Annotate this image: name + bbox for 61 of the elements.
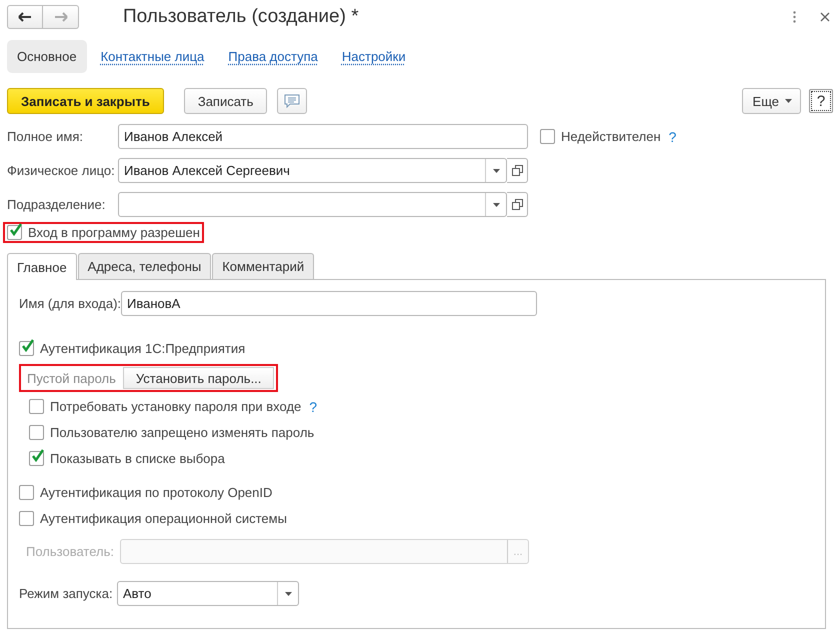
speech-bubble-icon — [284, 94, 300, 108]
dropdown-caret-icon — [492, 168, 500, 172]
section-tab[interactable]: Основное — [7, 40, 87, 72]
open-form-icon — [512, 165, 522, 176]
checkbox[interactable] — [29, 425, 44, 440]
comment-button[interactable] — [277, 88, 308, 114]
save-and-close-button[interactable]: Записать и закрыть — [7, 88, 164, 114]
back-arrow-icon — [18, 12, 32, 22]
choice-field[interactable] — [118, 192, 507, 217]
checkbox[interactable] — [29, 451, 44, 466]
choice-field[interactable]: Авто — [117, 581, 299, 606]
open-button[interactable] — [507, 158, 528, 183]
save-button[interactable]: Записать — [184, 88, 268, 114]
section-tab[interactable]: Права доступа — [218, 40, 328, 72]
checkbox[interactable] — [7, 225, 22, 240]
more-menu-icon[interactable] — [793, 11, 796, 23]
close-icon[interactable] — [820, 12, 830, 22]
text-field[interactable]: Иванов Алексей — [118, 124, 528, 149]
help-link[interactable]: ? — [668, 128, 676, 144]
checkbox-label: Вход в программу разрешен — [28, 225, 200, 240]
help-button[interactable]: ? — [809, 89, 833, 113]
checkbox[interactable] — [19, 341, 34, 356]
field-label: Физическое лицо: — [7, 163, 116, 178]
dropdown-caret-icon — [284, 592, 292, 596]
window-title: Пользователь (создание) * — [123, 6, 360, 28]
section-tab[interactable]: Настройки — [332, 40, 416, 72]
text-field[interactable]: ИвановА — [121, 291, 537, 316]
dropdown-caret-icon — [492, 202, 500, 206]
checkbox-label: Аутентификация операционной системы — [40, 511, 287, 526]
open-form-icon — [512, 199, 522, 210]
open-button[interactable] — [507, 192, 528, 217]
checkbox[interactable] — [19, 485, 34, 500]
choice-field[interactable]: Иванов Алексей Сергеевич — [118, 158, 507, 183]
dropdown-caret-icon — [785, 99, 792, 103]
field-label: Имя (для входа): — [19, 296, 121, 311]
back-button[interactable] — [7, 5, 43, 29]
checkbox[interactable] — [540, 129, 555, 144]
checkbox[interactable] — [29, 399, 44, 414]
field-label: Полное имя: — [7, 129, 84, 144]
checkmark-icon — [9, 223, 23, 236]
checkbox-label: Показывать в списке выбора — [50, 451, 225, 466]
set-password-button[interactable]: Установить пароль... — [122, 367, 274, 389]
field-label: Пользователь: — [25, 544, 115, 559]
checkbox-label: Потребовать установку пароля при входе — [50, 399, 302, 414]
checkbox-label: Аутентификация по протоколу OpenID — [40, 485, 272, 500]
checkbox-label: Пользователю запрещено изменять пароль — [50, 425, 314, 440]
checkmark-icon — [31, 449, 45, 462]
tab[interactable]: Адреса, телефоны — [78, 253, 212, 279]
tab[interactable]: Комментарий — [212, 253, 314, 279]
help-link[interactable]: ? — [309, 398, 318, 414]
password-status: Пустой пароль — [26, 370, 117, 386]
checkbox-label: Аутентификация 1С:Предприятия — [40, 341, 246, 356]
more-button[interactable]: Еще — [742, 88, 801, 114]
field-label: Подразделение: — [7, 197, 106, 212]
checkbox-label: Недействителен — [561, 129, 661, 144]
tab[interactable]: Главное — [7, 253, 77, 280]
forward-arrow-icon — [54, 12, 68, 22]
checkmark-icon — [21, 339, 35, 352]
field-label: Режим запуска: — [19, 586, 114, 601]
section-tab[interactable]: Контактные лица — [90, 40, 214, 72]
checkbox[interactable] — [19, 511, 34, 526]
